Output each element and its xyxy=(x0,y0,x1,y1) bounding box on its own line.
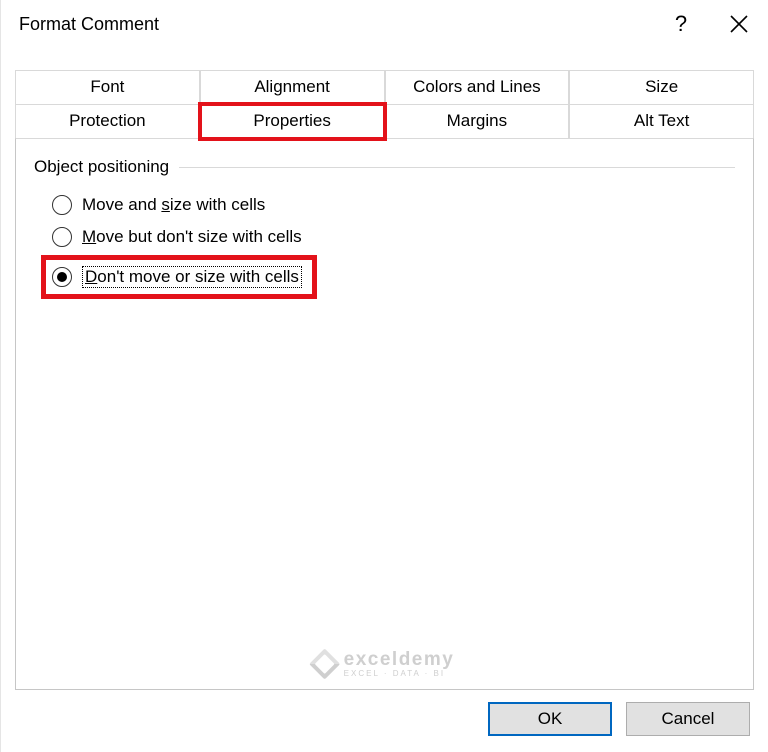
tab-colors-and-lines[interactable]: Colors and Lines xyxy=(385,70,570,104)
tab-label: Alignment xyxy=(254,77,330,96)
tab-row-1: Font Alignment Colors and Lines Size xyxy=(15,70,754,104)
tab-label: Colors and Lines xyxy=(413,77,541,96)
ok-button[interactable]: OK xyxy=(488,702,612,736)
tab-label: Size xyxy=(645,77,678,96)
tab-label: Protection xyxy=(69,111,146,130)
help-button[interactable]: ? xyxy=(652,0,710,48)
highlight-dont-move: Don't move or size with cells xyxy=(41,255,317,299)
radio-icon xyxy=(52,267,72,287)
radio-label: Move and size with cells xyxy=(82,195,265,215)
tab-label: Properties xyxy=(253,111,330,130)
format-comment-dialog: Format Comment ? Font Alignment Colors a… xyxy=(0,0,768,752)
tab-properties[interactable]: Properties xyxy=(200,104,385,139)
cancel-button[interactable]: Cancel xyxy=(626,702,750,736)
close-icon xyxy=(730,15,748,33)
titlebar: Format Comment ? xyxy=(1,0,768,48)
button-label: OK xyxy=(538,709,563,729)
radio-label: Don't move or size with cells xyxy=(82,266,302,288)
tab-margins[interactable]: Margins xyxy=(385,104,570,139)
radio-move-no-size[interactable]: Move but don't size with cells xyxy=(50,223,735,251)
close-button[interactable] xyxy=(710,0,768,48)
tab-row-2: Protection Properties Margins Alt Text xyxy=(15,104,754,139)
tab-protection[interactable]: Protection xyxy=(15,104,200,139)
radio-icon xyxy=(52,195,72,215)
group-divider xyxy=(179,167,735,168)
group-title: Object positioning xyxy=(34,157,169,177)
radio-move-and-size[interactable]: Move and size with cells xyxy=(50,191,735,219)
radio-dont-move-or-size[interactable]: Don't move or size with cells xyxy=(50,264,304,290)
button-label: Cancel xyxy=(662,709,715,729)
tab-strip: Font Alignment Colors and Lines Size Pro… xyxy=(1,48,768,139)
tab-content: Object positioning Move and size with ce… xyxy=(15,138,754,690)
tab-label: Margins xyxy=(447,111,507,130)
tab-font[interactable]: Font xyxy=(15,70,200,104)
dialog-buttons: OK Cancel xyxy=(1,690,768,752)
dialog-title: Format Comment xyxy=(19,14,652,35)
radio-icon xyxy=(52,227,72,247)
group-object-positioning: Object positioning xyxy=(34,157,735,177)
tab-alignment[interactable]: Alignment xyxy=(200,70,385,104)
radio-label: Move but don't size with cells xyxy=(82,227,302,247)
tab-alt-text[interactable]: Alt Text xyxy=(569,104,754,139)
tab-label: Alt Text xyxy=(634,111,689,130)
tab-label: Font xyxy=(90,77,124,96)
radio-group: Move and size with cells Move but don't … xyxy=(34,191,735,299)
tab-size[interactable]: Size xyxy=(569,70,754,104)
